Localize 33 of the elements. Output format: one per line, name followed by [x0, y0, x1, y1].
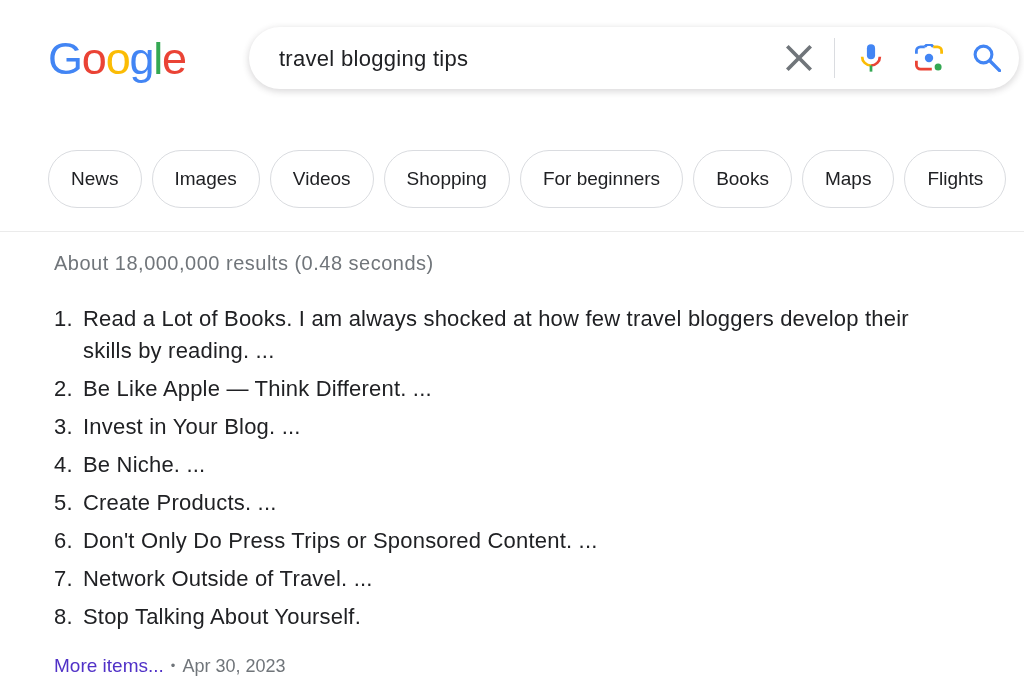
- list-item-text: Read a Lot of Books. I am always shocked at how few travel bloggers develop their skills by reading. ...: [83, 305, 910, 365]
- filter-chip[interactable]: Flights: [904, 150, 1007, 208]
- filter-chip[interactable]: Videos: [269, 150, 374, 208]
- filter-chip[interactable]: Images: [151, 150, 260, 208]
- filter-chip[interactable]: Maps: [801, 150, 895, 208]
- list-number: 8.: [54, 603, 74, 631]
- list-number: 4.: [54, 451, 74, 479]
- list-item-text: Be Niche. ...: [83, 451, 206, 479]
- more-items-link[interactable]: More items...: [54, 654, 164, 678]
- list-item-text: Invest in Your Blog. ...: [83, 413, 301, 441]
- list-number: 7.: [54, 565, 74, 593]
- result-date: Apr 30, 2023: [182, 655, 286, 678]
- result-stats: About 18,000,000 results (0.48 seconds): [54, 251, 435, 275]
- filter-chip[interactable]: Shopping: [383, 150, 510, 208]
- list-item-text: Create Products. ...: [83, 489, 277, 517]
- close-icon[interactable]: [785, 45, 812, 71]
- camera-lens-icon[interactable]: [914, 44, 943, 72]
- list-item-text: Stop Talking About Yourself.: [83, 603, 361, 631]
- list-item-text: Be Like Apple — Think Different. ...: [83, 375, 432, 403]
- filter-chip[interactable]: News: [48, 150, 142, 208]
- list-number: 5.: [54, 489, 74, 517]
- filter-chip[interactable]: Books: [693, 150, 792, 208]
- separator-dot: •: [170, 657, 176, 675]
- list-number: 2.: [54, 375, 74, 403]
- list-item-text: Don't Only Do Press Trips or Sponsored Content. ...: [83, 527, 598, 555]
- list-number: 1.: [54, 305, 74, 333]
- list-item-text: Network Outside of Travel. ...: [83, 565, 373, 593]
- filter-chip[interactable]: For beginners: [519, 150, 684, 208]
- list-number: 3.: [54, 413, 74, 441]
- list-number: 6.: [54, 527, 74, 555]
- search-icon[interactable]: [972, 44, 1001, 72]
- google-logo[interactable]: Google: [48, 35, 186, 81]
- search-field[interactable]: travel blogging tips: [278, 41, 786, 75]
